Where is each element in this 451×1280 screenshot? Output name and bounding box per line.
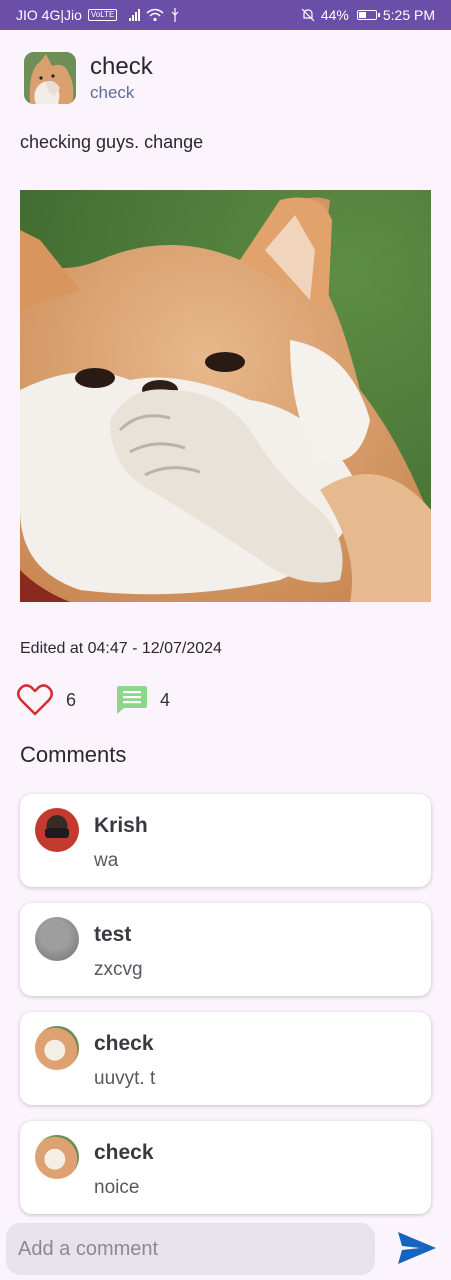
commenter-name[interactable]: check (94, 1141, 154, 1165)
post-image[interactable] (20, 190, 431, 602)
post-text: checking guys. change (20, 132, 204, 152)
battery-icon (356, 10, 380, 20)
comments-heading: Comments (20, 742, 127, 767)
status-right: 44% 5:25 PM (301, 7, 435, 23)
usb-icon (171, 8, 179, 22)
comment-card: check noice (20, 1121, 431, 1214)
comment-text: zxcvg (94, 959, 143, 980)
comment-card: check uuvyt. t (20, 1012, 431, 1105)
edited-timestamp: Edited at 04:47 - 12/07/2024 (20, 640, 222, 657)
commenter-avatar[interactable] (35, 1135, 79, 1179)
post-actions: 6 4 (16, 682, 170, 718)
commenter-name[interactable]: check (94, 1032, 154, 1056)
battery-percent: 44% (320, 7, 349, 23)
commenter-name[interactable]: test (94, 923, 131, 947)
mute-bell-icon (301, 8, 315, 22)
comment-text: wa (94, 850, 119, 871)
commenter-avatar[interactable] (35, 1026, 79, 1070)
signal-icon (129, 9, 141, 21)
clock: 5:25 PM (382, 7, 435, 23)
dog-avatar-art (24, 52, 76, 104)
shiba-photo (20, 190, 431, 602)
chat-bubble-icon (117, 686, 148, 714)
status-left: JIO 4G|Jio VoLTE (16, 7, 180, 23)
author-avatar[interactable] (24, 52, 76, 104)
carrier-label: JIO 4G|Jio (16, 7, 82, 23)
post-header: check check (24, 52, 153, 104)
author-handle[interactable]: check (90, 82, 153, 104)
comment-card: Krish wa (20, 794, 431, 887)
commenter-avatar[interactable] (35, 917, 79, 961)
wifi-icon (146, 8, 164, 22)
status-bar: JIO 4G|Jio VoLTE 44% 5:25 PM (0, 0, 451, 30)
commenter-name[interactable]: Krish (94, 814, 148, 838)
comment-input[interactable] (6, 1223, 375, 1275)
heart-outline-icon (17, 684, 53, 716)
volte-badge: VoLTE (87, 9, 118, 21)
like-count: 6 (66, 689, 77, 710)
post-author-info: check check (90, 52, 153, 104)
like-button[interactable]: 6 (16, 683, 76, 717)
comment-text: uuvyt. t (94, 1068, 156, 1089)
comment-text: noice (94, 1177, 140, 1198)
comment-card: test zxcvg (20, 903, 431, 996)
author-name[interactable]: check (90, 52, 153, 82)
comment-button[interactable]: 4 (116, 685, 170, 715)
comment-count: 4 (160, 689, 171, 710)
send-button[interactable] (394, 1228, 438, 1268)
send-arrow-icon (398, 1232, 436, 1264)
commenter-avatar[interactable] (35, 808, 79, 852)
